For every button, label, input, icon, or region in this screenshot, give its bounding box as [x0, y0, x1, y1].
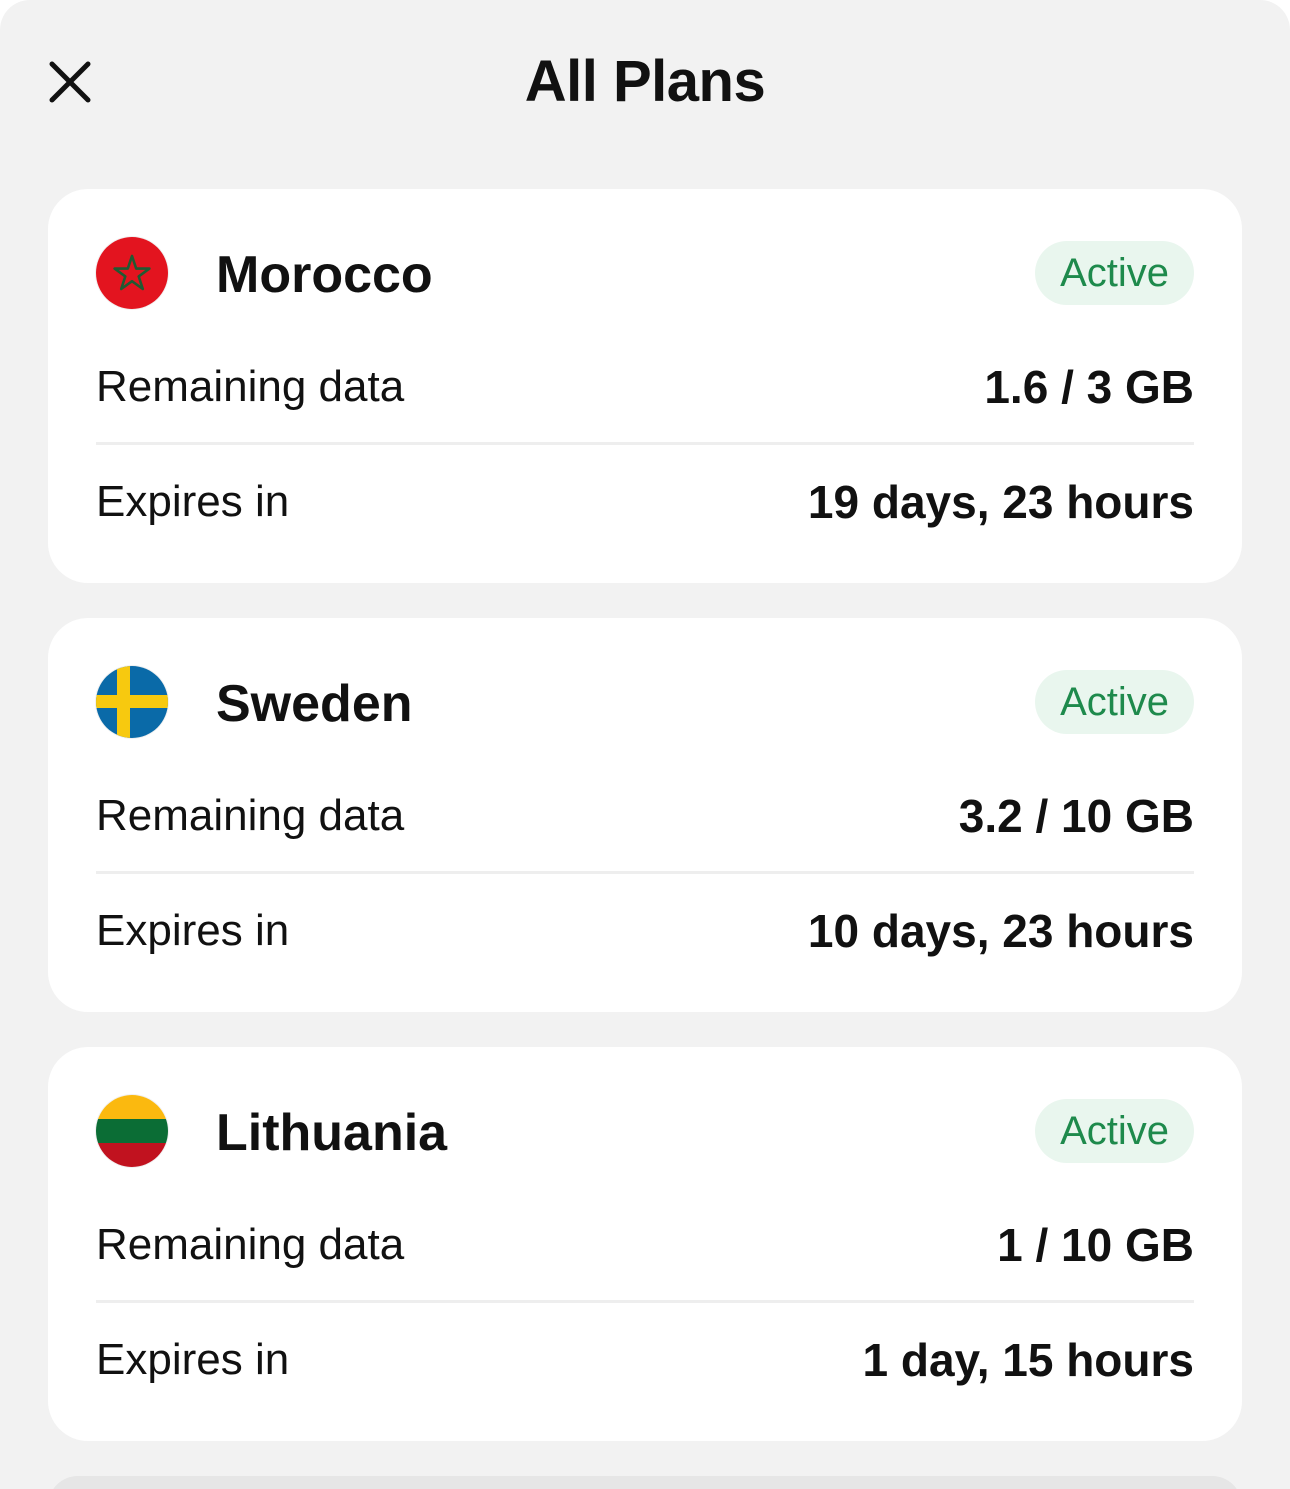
expires-row: Expires in 19 days, 23 hours — [96, 445, 1194, 559]
plans-sheet: All Plans Morocco Active Remaining data … — [0, 0, 1290, 1489]
page-title: All Plans — [524, 49, 766, 114]
expires-value: 10 days, 23 hours — [807, 905, 1194, 957]
remaining-data-value: 1.6 / 3 GB — [984, 360, 1194, 413]
morocco-flag-icon — [96, 237, 168, 309]
expires-label: Expires in — [96, 1335, 290, 1384]
remaining-data-row: Remaining data 3.2 / 10 GB — [96, 760, 1194, 874]
status-badge: Active — [1035, 1099, 1194, 1163]
expires-label: Expires in — [96, 477, 290, 526]
remaining-data-row: Remaining data 1 / 10 GB — [96, 1189, 1194, 1303]
status-badge: Active — [1035, 670, 1194, 734]
plan-card-lithuania[interactable]: Lithuania Active Remaining data 1 / 10 G… — [48, 1047, 1242, 1441]
remaining-data-value: 3.2 / 10 GB — [958, 789, 1194, 842]
expires-value: 19 days, 23 hours — [807, 476, 1194, 528]
plan-card-partial[interactable] — [48, 1476, 1242, 1489]
plan-card-morocco[interactable]: Morocco Active Remaining data 1.6 / 3 GB… — [48, 189, 1242, 583]
header: All Plans — [0, 0, 1290, 170]
country-name: Lithuania — [216, 1104, 448, 1162]
country-name: Morocco — [216, 246, 433, 304]
remaining-data-row: Remaining data 1.6 / 3 GB — [96, 331, 1194, 445]
status-badge: Active — [1035, 241, 1194, 305]
expires-row: Expires in 1 day, 15 hours — [96, 1303, 1194, 1417]
expires-value: 1 day, 15 hours — [862, 1334, 1194, 1386]
sweden-flag-icon — [96, 666, 168, 738]
remaining-data-value: 1 / 10 GB — [997, 1218, 1194, 1271]
expires-row: Expires in 10 days, 23 hours — [96, 874, 1194, 988]
remaining-data-label: Remaining data — [96, 361, 405, 411]
plan-card-sweden[interactable]: Sweden Active Remaining data 3.2 / 10 GB… — [48, 618, 1242, 1012]
country-name: Sweden — [216, 675, 413, 733]
remaining-data-label: Remaining data — [96, 790, 405, 840]
expires-label: Expires in — [96, 906, 290, 955]
lithuania-flag-icon — [96, 1095, 168, 1167]
remaining-data-label: Remaining data — [96, 1219, 405, 1269]
